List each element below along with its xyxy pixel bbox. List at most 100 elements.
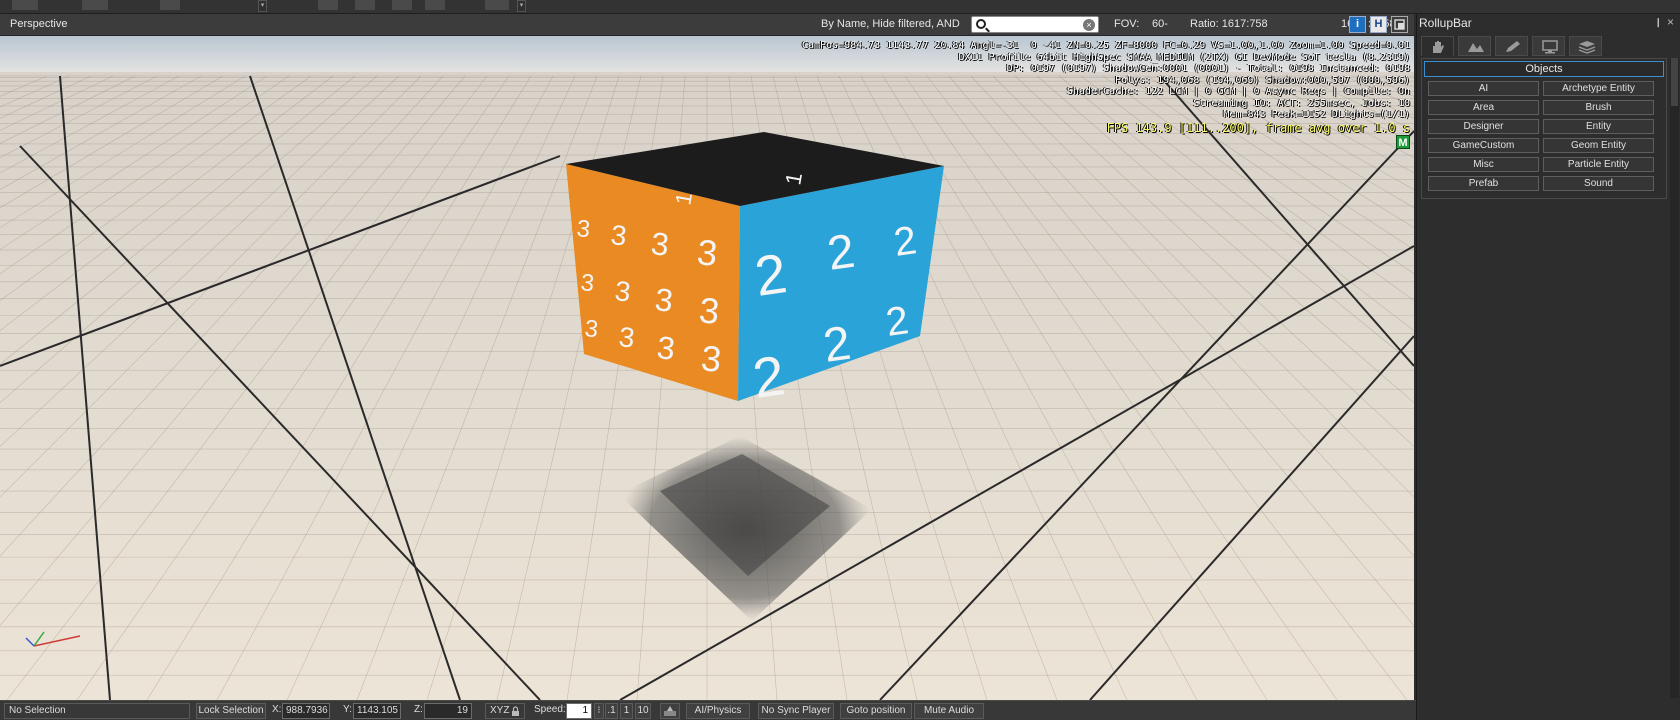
object-prefab-button[interactable]: Prefab [1428,176,1539,191]
tab-terrain[interactable] [1458,36,1491,56]
helpers-toggle-button[interactable]: H [1370,16,1387,33]
object-gamecustom-button[interactable]: GameCustom [1428,138,1539,153]
speed-preset-1-button[interactable]: 1 [620,703,633,719]
m-badge-icon: M [1396,135,1410,149]
objects-section-header[interactable]: Objects [1424,61,1664,77]
rollup-tabs [1421,36,1673,58]
layers-icon [1578,41,1596,54]
lock-selection-button[interactable]: Lock Selection [196,703,266,719]
svg-text:3: 3 [613,275,632,307]
status-bar: No Selection Lock Selection X: 988.7936 … [0,700,1416,720]
tab-display[interactable] [1532,36,1565,56]
no-sync-player-button[interactable]: No Sync Player [758,703,834,719]
close-panel-icon[interactable]: × [1667,15,1674,29]
toolbar-dropdown-icon[interactable]: ▾ [517,0,526,12]
tab-objects[interactable] [1421,36,1454,56]
speed-spinner-icon[interactable]: ⁝ [594,703,604,719]
speed-input[interactable]: 1 [566,703,592,719]
search-input[interactable] [990,18,1076,31]
svg-text:3: 3 [609,219,628,251]
hud-memory-line: Mem=843 Peak=1152 DLights=(1/1) [1223,109,1410,120]
toolbar-item-icon[interactable] [485,0,509,10]
object-sound-button[interactable]: Sound [1543,176,1654,191]
speed-preset-0.1-button[interactable]: .1 [605,703,618,719]
y-coordinate-field[interactable]: 1143.105 [353,703,401,719]
search-filter-options[interactable]: By Name, Hide filtered, AND [821,18,960,30]
svg-text:3: 3 [579,269,595,297]
hud-renderer-line: DX11 Profile 64bit HighSpec SMAA_MEDIUM … [958,51,1410,63]
object-brush-button[interactable]: Brush [1543,100,1654,115]
toolbar-item-icon[interactable] [392,0,412,10]
tab-layers[interactable] [1569,36,1602,56]
svg-text:3: 3 [617,321,636,353]
hud-drawcalls-line: DP: 0197 (0197) ShadowGen:0001 (0001) - … [1006,63,1410,74]
svg-text:3: 3 [655,329,676,367]
rollup-scrollbar[interactable] [1670,58,1679,698]
viewport-search-box[interactable]: × [971,16,1099,33]
terrain-snap-icon [664,706,676,716]
object-particle-entity-button[interactable]: Particle Entity [1543,157,1654,172]
object-geom-entity-button[interactable]: Geom Entity [1543,138,1654,153]
rollup-bar-panel: RollupBar ❙ × Objects AI Archetype Entit… [1416,14,1680,720]
ai-physics-button[interactable]: AI/Physics [686,703,750,719]
svg-text:3: 3 [583,315,599,343]
object-archetype-entity-button[interactable]: Archetype Entity [1543,81,1654,96]
terrain-icon [1468,43,1484,52]
toolbar-item-icon[interactable] [160,0,180,10]
search-icon [976,19,986,29]
goto-position-button[interactable]: Goto position [840,703,912,719]
debug-hud: CamPos=984.73 1143.77 20.84 Angl=-31 0 -… [802,40,1410,136]
hud-streaming-line: Streaming IO: ACT: 255msec, Jobs: 10 [1193,97,1410,109]
x-label: X: [272,704,282,715]
ratio-label: Ratio: 1617:758 [1190,18,1268,30]
toolbar-item-icon[interactable] [355,0,375,10]
clear-search-icon[interactable]: × [1083,19,1095,31]
speed-label: Speed: [534,704,566,715]
scene-render: 3 3 3 33 3 3 33 3 3 32 2 22 2 211 [0,36,1414,700]
maximize-viewport-button[interactable] [1391,16,1408,33]
hand-objects-icon [1433,41,1444,53]
object-area-button[interactable]: Area [1428,100,1539,115]
toolbar-item-icon[interactable] [82,0,108,10]
tab-modeling[interactable] [1495,36,1528,56]
xyz-lock-button[interactable]: XYZ [485,703,525,719]
lock-icon [512,706,519,716]
main-toolbar: ▾ ▾ [0,0,1680,14]
brush-pencil-icon [1506,41,1520,52]
display-monitor-icon [1542,40,1558,54]
svg-text:3: 3 [699,337,723,380]
toolbar-item-icon[interactable] [12,0,38,10]
object-ai-button[interactable]: AI [1428,81,1539,96]
xyz-label: XYZ [490,705,510,716]
svg-text:3: 3 [575,215,591,243]
speed-preset-10-button[interactable]: 10 [635,703,651,719]
toolbar-dropdown-icon[interactable]: ▾ [258,0,267,12]
svg-text:3: 3 [697,289,721,332]
pin-panel-icon[interactable]: ❙ [1654,17,1662,28]
rollup-bar-title: RollupBar [1419,16,1472,30]
object-misc-button[interactable]: Misc [1428,157,1539,172]
info-toggle-button[interactable]: i [1349,16,1366,33]
svg-text:3: 3 [695,231,719,274]
object-designer-button[interactable]: Designer [1428,119,1539,134]
viewport-title[interactable]: Perspective [10,18,67,30]
x-coordinate-field[interactable]: 988.7936 [282,703,330,719]
hud-fps-line: FPS 143.9 [111..200], frame avg over 1.0… [1106,120,1410,135]
maximize-icon [1394,19,1405,30]
z-coordinate-field[interactable]: 19 [424,703,472,719]
perspective-viewport[interactable]: 33333333333322222211 CamPos=984.73 1143.… [0,36,1414,700]
scrollbar-thumb[interactable] [1671,58,1678,106]
fov-value[interactable]: 60- [1152,18,1168,30]
toolbar-item-icon[interactable] [318,0,338,10]
objects-panel: Objects AI Archetype Entity Area Brush D… [1421,58,1667,199]
svg-text:3: 3 [649,225,670,263]
selection-status: No Selection [4,703,190,719]
terrain-snap-button[interactable] [660,703,680,719]
hud-polys-line: Polys: 194,068 (194,069) Shadow:000,597 … [1114,74,1410,86]
mute-audio-button[interactable]: Mute Audio [914,703,984,719]
object-entity-button[interactable]: Entity [1543,119,1654,134]
toolbar-item-icon[interactable] [425,0,445,10]
hud-shadercache-line: ShaderCache: 122 LCM | 0 GCM | 0 Async R… [1066,86,1410,97]
hud-camera-line: CamPos=984.73 1143.77 20.84 Angl=-31 0 -… [801,40,1410,51]
svg-text:3: 3 [653,281,674,319]
